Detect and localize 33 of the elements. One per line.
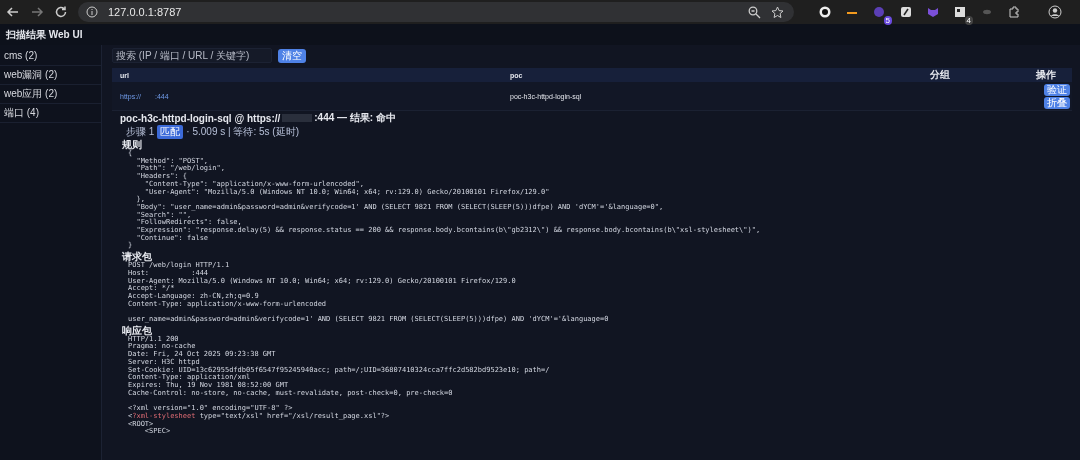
status-badge: 匹配 — [157, 124, 184, 139]
count-badge: 4 — [964, 16, 973, 25]
detail-title: poc-h3c-httpd-login-sql @ https:// — [120, 112, 281, 124]
step-label: 步骤 1 — [126, 124, 155, 139]
sidebar-item[interactable]: web漏洞 (2) — [0, 66, 101, 85]
sidebar-item[interactable]: web应用 (2) — [0, 85, 101, 104]
sidebar-item[interactable]: cms (2) — [0, 47, 101, 66]
profile-icon[interactable] — [1048, 5, 1062, 19]
reload-icon[interactable] — [54, 4, 68, 20]
app-title: 扫描结果 Web UI — [6, 27, 83, 42]
search-field[interactable]: 搜索 (IP / 端口 / URL / 关键字) — [112, 48, 272, 63]
circle-icon[interactable] — [818, 5, 832, 19]
extension-icon[interactable] — [899, 5, 913, 19]
mask-icon[interactable] — [926, 5, 940, 19]
grid-icon[interactable] — [953, 5, 967, 19]
url-text: 127.0.0.1:8787 — [108, 6, 182, 18]
result-text: :444 — 结果: 命中 — [314, 111, 396, 125]
collapse-button[interactable]: 折叠 — [1044, 96, 1070, 109]
verify-button[interactable]: 验证 — [1044, 83, 1070, 96]
clear-button[interactable]: 清空 — [278, 48, 306, 63]
response-heading: 响应包 — [122, 324, 152, 336]
request-heading: 请求包 — [122, 251, 152, 263]
rule-heading: 规则 — [122, 139, 143, 150]
column-header: 分组 — [929, 68, 951, 82]
step-info: · 5.009 s | 等待: 5s (延时) — [186, 124, 299, 139]
sidebar-item[interactable]: 端口 (4) — [0, 104, 101, 123]
address-bar[interactable]: 127.0.0.1:8787 — [78, 2, 794, 22]
info-icon[interactable] — [86, 6, 98, 18]
star-icon[interactable] — [771, 5, 784, 19]
column-header: 操作 — [1035, 68, 1057, 82]
zoom-icon[interactable] — [748, 5, 761, 19]
puzzle-icon[interactable] — [1007, 5, 1021, 19]
redaction-block — [282, 114, 313, 122]
